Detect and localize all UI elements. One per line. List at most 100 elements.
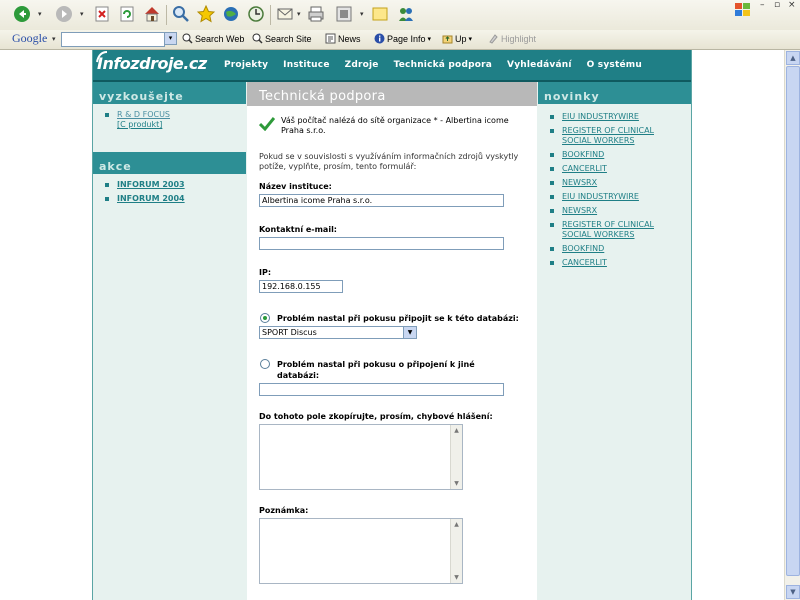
edit-dropdown-icon[interactable]: ▾ <box>360 10 364 18</box>
event-link-inforum-2004[interactable]: INFORUM 2004 <box>117 194 185 203</box>
highlight-button[interactable]: Highlight <box>488 33 536 44</box>
scroll-down-icon[interactable]: ▼ <box>786 585 800 599</box>
google-search-input[interactable] <box>61 32 165 47</box>
news-link[interactable]: SOCIAL WORKERS <box>562 230 635 239</box>
institution-label: Název instituce: <box>259 182 332 191</box>
news-link[interactable]: NEWSRX <box>562 178 597 187</box>
toolbar-separator <box>166 5 167 25</box>
nav-link-technicka-podpora[interactable]: Technická podpora <box>394 60 492 70</box>
scroll-down-icon[interactable]: ▼ <box>451 572 462 583</box>
search-site-button[interactable]: Search Site <box>252 33 312 44</box>
try-link-rd-focus[interactable]: R & D FOCUS <box>117 110 170 119</box>
note-label: Poznámka: <box>259 506 309 515</box>
list-item: EIU INDUSTRYWIRE <box>548 112 691 122</box>
sidebar-heading-news: novinky <box>538 82 691 104</box>
restore-icon[interactable]: ▫ <box>774 0 780 10</box>
list-item: INFORUM 2004 <box>103 194 246 204</box>
search-icon[interactable] <box>171 4 191 24</box>
email-input[interactable] <box>259 237 504 250</box>
radio-other-database[interactable]: Problém nastal při pokusu o připojení k … <box>259 359 519 381</box>
back-icon[interactable] <box>12 4 32 24</box>
google-logo[interactable]: Google <box>12 31 47 46</box>
toolbar-separator <box>270 5 271 25</box>
sidebar-heading-try: vyzkoušejte <box>93 82 246 104</box>
scroll-up-icon[interactable]: ▲ <box>451 519 462 530</box>
try-list: R & D FOCUS [C produkt] <box>93 104 246 140</box>
try-link-product[interactable]: [C produkt] <box>117 120 162 129</box>
messenger-icon[interactable] <box>396 4 416 24</box>
favorites-icon[interactable] <box>196 4 216 24</box>
radio-this-database[interactable]: Problém nastal při pokusu připojit se k … <box>259 313 519 324</box>
news-link[interactable]: SOCIAL WORKERS <box>562 136 635 145</box>
minimize-icon[interactable]: – <box>760 0 765 10</box>
scroll-up-icon[interactable]: ▲ <box>786 51 800 65</box>
page-info-dropdown-icon[interactable]: ▾ <box>428 35 432 43</box>
print-icon[interactable] <box>306 4 326 24</box>
edit-icon[interactable] <box>334 4 354 24</box>
news-link[interactable]: EIU INDUSTRYWIRE <box>562 192 639 201</box>
news-list: EIU INDUSTRYWIRE REGISTER OF CLINICAL SOC… <box>538 104 691 268</box>
page-title: Technická podpora <box>247 82 537 106</box>
home-icon[interactable] <box>142 4 162 24</box>
news-link[interactable]: EIU INDUSTRYWIRE <box>562 112 639 121</box>
news-button[interactable]: News <box>325 33 361 44</box>
nav-link-zdroje[interactable]: Zdroje <box>345 60 379 70</box>
refresh-icon[interactable] <box>117 4 137 24</box>
form-intro: Pokud se v souvislosti s využíváním info… <box>259 152 519 171</box>
note-textarea[interactable]: ▲ ▼ <box>259 518 463 584</box>
nav-link-instituce[interactable]: Instituce <box>283 60 329 70</box>
nav-link-vyhledavani[interactable]: Vyhledávání <box>507 60 572 70</box>
nav-link-o-systemu[interactable]: O systému <box>587 60 642 70</box>
google-search-dropdown-icon[interactable]: ▾ <box>164 32 177 45</box>
search-web-button[interactable]: Search Web <box>182 33 244 44</box>
page-scrollbar[interactable]: ▲ ▼ <box>784 50 800 600</box>
error-message-textarea[interactable]: ▲ ▼ <box>259 424 463 490</box>
institution-input[interactable] <box>259 194 504 207</box>
radio-button-unchecked[interactable] <box>260 359 270 369</box>
close-icon[interactable]: × <box>788 0 796 10</box>
news-link[interactable]: CANCERLIT <box>562 164 607 173</box>
up-button[interactable]: Up ▾ <box>442 33 472 44</box>
page-info-button[interactable]: Page Info ▾ <box>374 33 431 44</box>
database-select[interactable]: SPORT Discus ▼ <box>259 326 417 339</box>
chevron-down-icon[interactable]: ▼ <box>403 327 416 338</box>
media-icon[interactable] <box>221 4 241 24</box>
nav-link-projekty[interactable]: Projekty <box>224 60 268 70</box>
event-link-inforum-2003[interactable]: INFORUM 2003 <box>117 180 185 189</box>
news-link[interactable]: REGISTER OF CLINICAL <box>562 126 654 135</box>
google-menu-dropdown-icon[interactable]: ▾ <box>52 35 56 43</box>
other-database-input[interactable] <box>259 383 504 396</box>
list-item: BOOKFIND <box>548 150 691 160</box>
history-icon[interactable] <box>246 4 266 24</box>
scrollbar-thumb[interactable] <box>786 66 800 576</box>
mail-dropdown-icon[interactable]: ▾ <box>297 10 301 18</box>
textarea-scrollbar[interactable]: ▲ ▼ <box>450 425 462 489</box>
scroll-up-icon[interactable]: ▲ <box>451 425 462 436</box>
news-link[interactable]: REGISTER OF CLINICAL <box>562 220 654 229</box>
news-link[interactable]: BOOKFIND <box>562 244 604 253</box>
news-link[interactable]: CANCERLIT <box>562 258 607 267</box>
site-container: Infozdroje.cz Projekty Instituce Zdroje … <box>92 50 692 600</box>
google-toolbar: Google ▾ ▾ Search Web Search Site News P… <box>0 30 800 50</box>
news-link[interactable]: NEWSRX <box>562 206 597 215</box>
textarea-scrollbar[interactable]: ▲ ▼ <box>450 519 462 583</box>
web-page: Infozdroje.cz Projekty Instituce Zdroje … <box>0 50 800 600</box>
news-link[interactable]: BOOKFIND <box>562 150 604 159</box>
list-item: R & D FOCUS [C produkt] <box>103 110 246 130</box>
stop-icon[interactable] <box>92 4 112 24</box>
windows-logo-icon <box>734 2 752 21</box>
scroll-down-icon[interactable]: ▼ <box>451 478 462 489</box>
discuss-icon[interactable] <box>370 4 390 24</box>
back-dropdown-icon[interactable]: ▾ <box>38 10 42 18</box>
radio-button-checked[interactable] <box>260 313 270 323</box>
list-item: REGISTER OF CLINICAL SOCIAL WORKERS <box>548 220 691 240</box>
forward-icon[interactable] <box>54 4 74 24</box>
up-dropdown-icon[interactable]: ▾ <box>469 35 473 43</box>
info-icon <box>374 33 385 44</box>
ip-input[interactable] <box>259 280 343 293</box>
forward-dropdown-icon[interactable]: ▾ <box>80 10 84 18</box>
list-item: INFORUM 2003 <box>103 180 246 190</box>
site-logo[interactable]: Infozdroje.cz <box>96 51 207 73</box>
list-item: BOOKFIND <box>548 244 691 254</box>
mail-icon[interactable] <box>276 4 296 24</box>
